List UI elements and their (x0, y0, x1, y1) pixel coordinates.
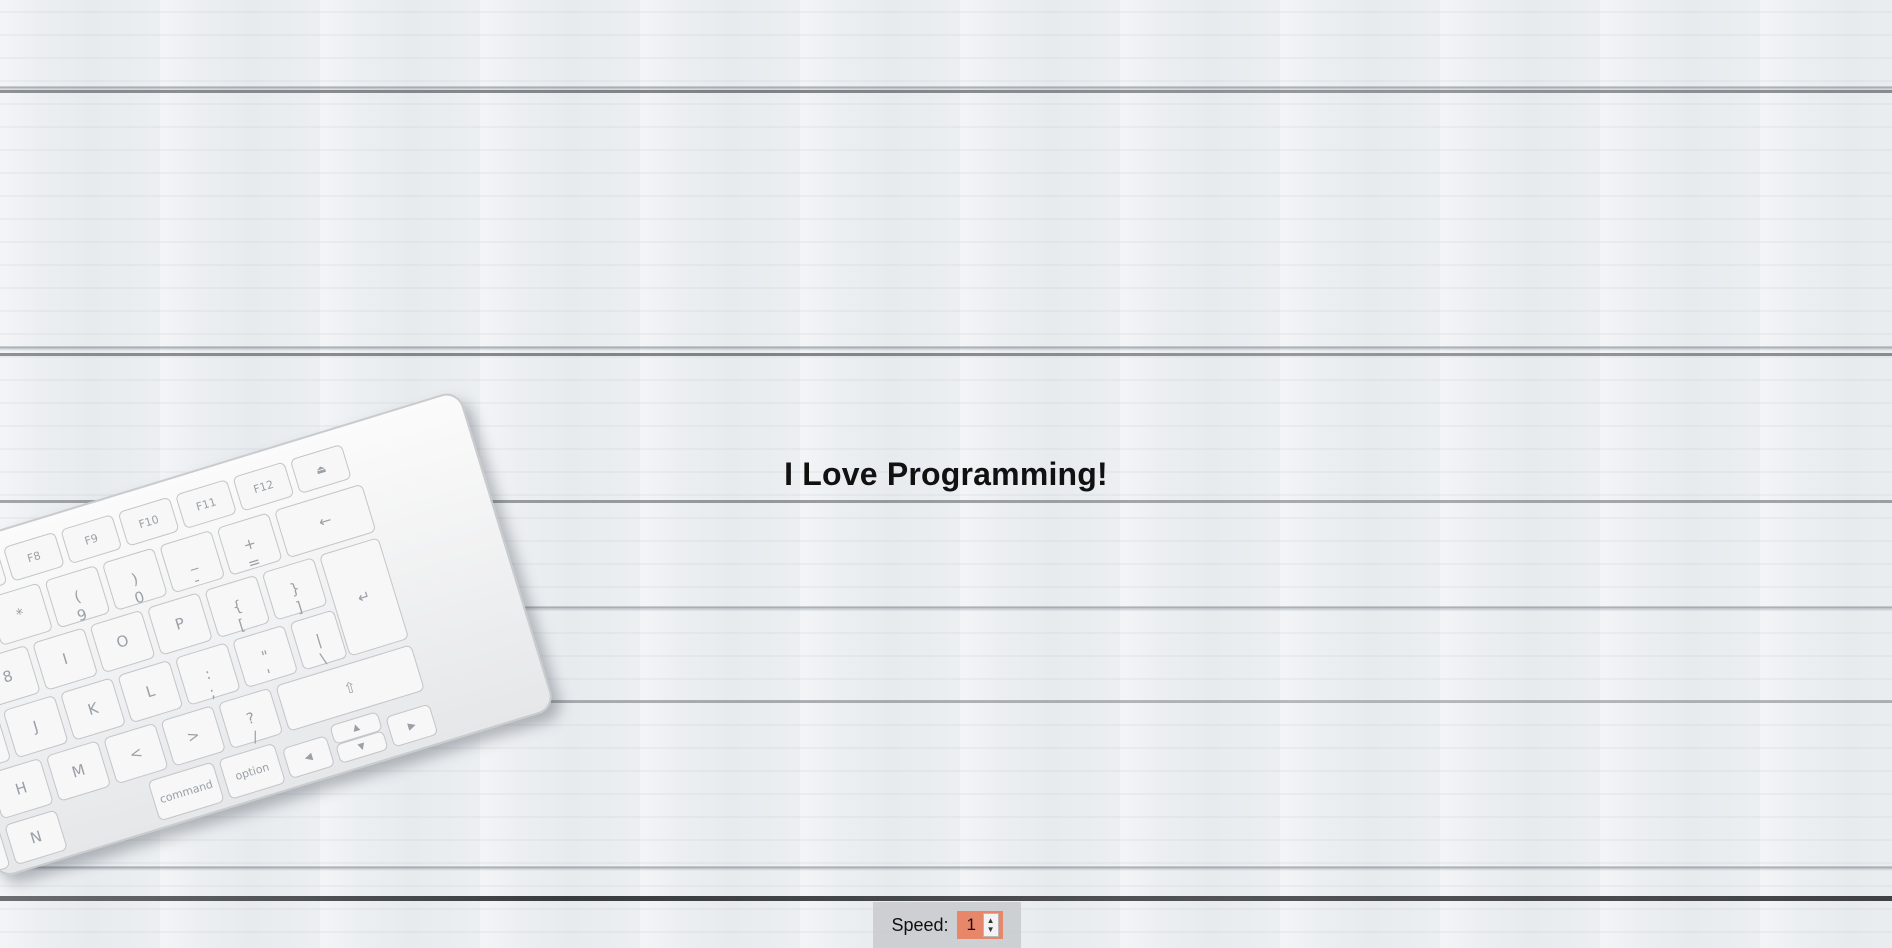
speed-label: Speed: (891, 914, 949, 935)
keyboard-key: K (59, 677, 127, 741)
speed-value[interactable]: 1 (967, 915, 976, 935)
keyboard-key: M (45, 740, 112, 802)
keyboard-key: F10 (117, 496, 180, 547)
spinner-up-icon[interactable]: ▲ (987, 916, 995, 925)
speed-control-panel: Speed: 1 ▲ ▼ (873, 902, 1021, 948)
keyboard-key: F8 (2, 531, 65, 582)
keyboard-key: option (218, 742, 287, 800)
speed-spinner[interactable]: ▲ ▼ (982, 913, 999, 937)
keyboard-key: H (0, 757, 54, 820)
keyboard-key: F9 (60, 514, 123, 565)
keyboard-key: < (103, 722, 169, 785)
keyboard-key: ◀ (281, 735, 336, 780)
keyboard-key: J (2, 694, 69, 759)
page-title: I Love Programming! (784, 456, 1108, 492)
keyboard-key: * (0, 582, 54, 647)
keyboard-key: L (117, 659, 184, 724)
wood-seam-1 (0, 90, 1892, 93)
keyboard-key: ▶ (385, 703, 439, 748)
spinner-down-icon[interactable]: ▼ (987, 925, 995, 934)
wood-seam-2 (0, 353, 1892, 356)
wood-seam-5 (0, 896, 1892, 901)
speed-input[interactable]: 1 ▲ ▼ (956, 911, 1003, 939)
keyboard-key: N (4, 809, 68, 866)
